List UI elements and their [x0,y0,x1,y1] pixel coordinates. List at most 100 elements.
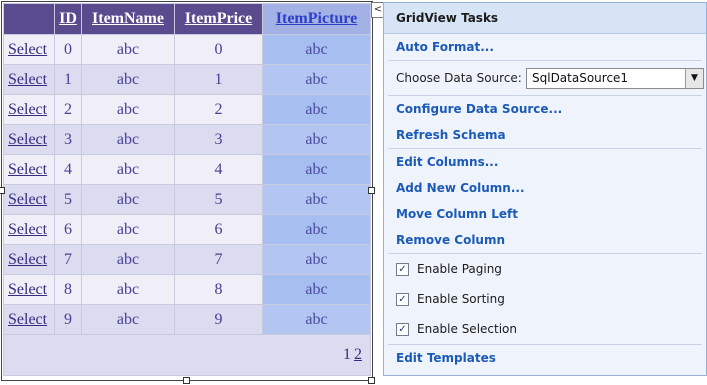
select-cell: Select [3,274,55,305]
itempicture-cell: abc [262,244,371,275]
itempicture-cell: abc [262,304,371,335]
add-new-column-link[interactable]: Add New Column... [384,175,706,201]
table-row: Select 3 abc 3 abc [3,124,371,155]
select-cell: Select [3,124,55,155]
refresh-schema-link[interactable]: Refresh Schema [384,122,706,148]
select-link[interactable]: Select [8,251,47,268]
itemprice-cell: 1 [174,64,263,95]
select-link[interactable]: Select [8,281,47,298]
data-source-value: SqlDataSource1 [532,70,629,85]
sort-link-itemname[interactable]: ItemName [92,10,164,27]
header-row: ID ItemName ItemPrice ItemPicture [3,3,371,35]
tasks-panel-title: GridView Tasks [384,3,706,34]
id-cell: 4 [54,154,82,185]
table-row: Select 5 abc 5 abc [3,184,371,215]
itempicture-cell: abc [262,124,371,155]
select-link[interactable]: Select [8,221,47,238]
select-link[interactable]: Select [8,71,47,88]
select-cell: Select [3,154,55,185]
id-cell: 3 [54,124,82,155]
sort-link-itempicture[interactable]: ItemPicture [276,10,357,27]
table-row: Select 8 abc 8 abc [3,274,371,305]
select-link[interactable]: Select [8,101,47,118]
itemprice-cell: 7 [174,244,263,275]
id-cell: 0 [54,34,82,65]
select-link[interactable]: Select [8,191,47,208]
select-link[interactable]: Select [8,41,47,58]
itempicture-cell: abc [262,184,371,215]
table-row: Select 2 abc 2 abc [3,94,371,125]
gridview-tasks-panel: GridView Tasks Auto Format... Choose Dat… [383,2,707,376]
pager-current-page: 1 [343,346,351,363]
itempicture-cell: abc [262,64,371,95]
pager-row: 12 [3,334,371,376]
itemname-cell: abc [81,244,175,275]
select-link[interactable]: Select [8,131,47,148]
column-header-itemprice[interactable]: ItemPrice [174,3,263,35]
table-row: Select 1 abc 1 abc [3,64,371,95]
pager-next-page-link[interactable]: 2 [354,346,362,363]
enable-sorting-option[interactable]: ✓ Enable Sorting [384,284,706,314]
id-cell: 2 [54,94,82,125]
itemprice-cell: 5 [174,184,263,215]
choose-data-source-label: Choose Data Source: [396,71,522,85]
gridview: ID ItemName ItemPrice ItemPicture Select… [3,3,371,376]
itemname-cell: abc [81,214,175,245]
edit-columns-link[interactable]: Edit Columns... [384,149,706,175]
id-cell: 9 [54,304,82,335]
itemprice-cell: 3 [174,124,263,155]
enable-paging-option[interactable]: ✓ Enable Paging [384,254,706,284]
configure-data-source-link[interactable]: Configure Data Source... [384,96,706,122]
id-cell: 7 [54,244,82,275]
enable-sorting-label: Enable Sorting [417,292,505,306]
select-cell: Select [3,214,55,245]
table-row: Select 9 abc 9 abc [3,304,371,335]
column-header-itempicture[interactable]: ItemPicture [262,3,371,35]
itemname-cell: abc [81,154,175,185]
data-source-dropdown[interactable]: SqlDataSource1 ▼ [526,67,704,89]
checkbox-checked-icon[interactable]: ✓ [396,292,409,306]
table-row: Select 7 abc 7 abc [3,244,371,275]
select-cell: Select [3,304,55,335]
select-cell: Select [3,244,55,275]
edit-templates-link[interactable]: Edit Templates [384,345,706,371]
choose-data-source-row: Choose Data Source: SqlDataSource1 ▼ [384,61,706,95]
resize-handle-bottom[interactable] [183,377,190,384]
resize-handle-left[interactable] [0,187,5,194]
resize-handle-right[interactable] [368,187,375,194]
itemname-cell: abc [81,64,175,95]
resize-handle-corner[interactable] [368,377,375,384]
table-row: Select 0 abc 0 abc [3,34,371,65]
select-cell: Select [3,34,55,65]
auto-format-link[interactable]: Auto Format... [384,34,706,60]
remove-column-link[interactable]: Remove Column [384,227,706,253]
itemname-cell: abc [81,274,175,305]
select-link[interactable]: Select [8,161,47,178]
column-header-itemname[interactable]: ItemName [81,3,175,35]
itempicture-cell: abc [262,274,371,305]
itempicture-cell: abc [262,214,371,245]
enable-selection-option[interactable]: ✓ Enable Selection [384,314,706,344]
id-cell: 1 [54,64,82,95]
column-header-id[interactable]: ID [54,3,82,35]
itemname-cell: abc [81,94,175,125]
itemname-cell: abc [81,34,175,65]
itemprice-cell: 6 [174,214,263,245]
sort-link-itemprice[interactable]: ItemPrice [185,10,253,27]
sort-link-id[interactable]: ID [59,10,77,27]
itemname-cell: abc [81,124,175,155]
move-column-left-link[interactable]: Move Column Left [384,201,706,227]
id-cell: 5 [54,184,82,215]
select-cell: Select [3,184,55,215]
itemname-cell: abc [81,304,175,335]
select-cell: Select [3,64,55,95]
select-link[interactable]: Select [8,311,47,328]
table-row: Select 4 abc 4 abc [3,154,371,185]
dropdown-arrow-icon[interactable]: ▼ [685,68,703,88]
column-header-select [3,3,55,35]
id-cell: 8 [54,274,82,305]
pager-cell: 12 [3,334,371,376]
itemprice-cell: 4 [174,154,263,185]
checkbox-checked-icon[interactable]: ✓ [396,262,409,276]
checkbox-checked-icon[interactable]: ✓ [396,322,409,336]
